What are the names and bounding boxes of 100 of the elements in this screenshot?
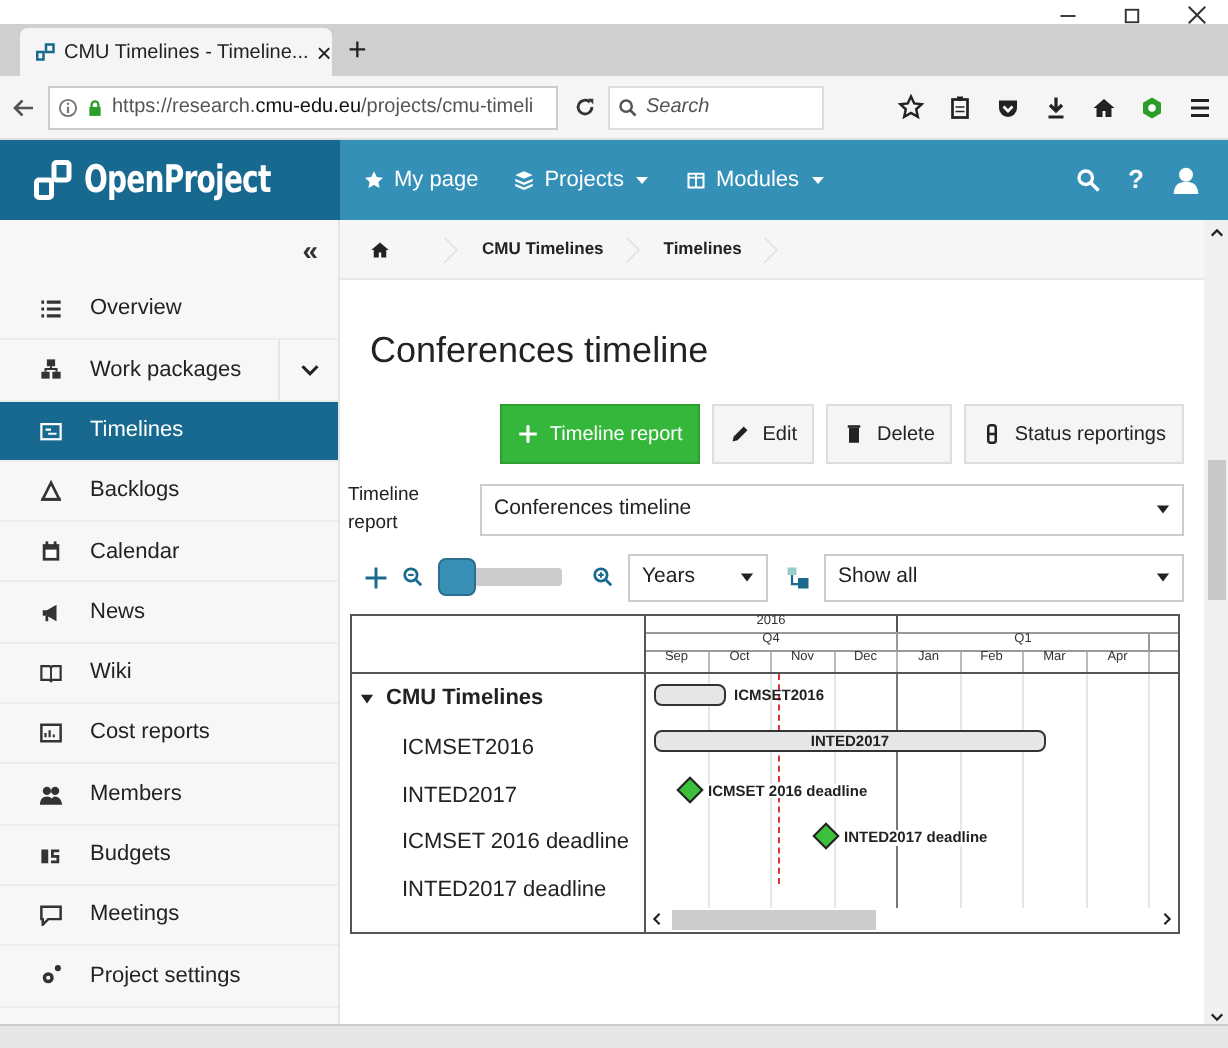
download-icon[interactable]	[1044, 95, 1068, 119]
back-icon[interactable]	[12, 95, 36, 119]
search-field[interactable]: Search	[608, 85, 824, 129]
move-icon[interactable]	[364, 565, 388, 590]
toolbar-button[interactable]: Delete	[826, 404, 953, 464]
cube-icon	[685, 170, 706, 190]
breadcrumb-link[interactable]: Timelines	[663, 236, 742, 262]
backlog-icon	[40, 480, 62, 503]
search-field[interactable]: Search	[646, 92, 822, 122]
collapse-sidebar-button[interactable]: «	[302, 236, 318, 264]
stack-icon	[514, 170, 535, 190]
field-label: Timeline report	[348, 482, 422, 538]
zoom-slider[interactable]	[438, 558, 562, 597]
triangle-down-icon[interactable]	[360, 692, 374, 707]
breadcrumb-link[interactable]: CMU Timelines	[482, 236, 604, 262]
url-text: https://research.cmu-edu.eu/projects/cmu-timeli	[112, 94, 534, 122]
info-icon	[58, 97, 78, 117]
scale-dropdown[interactable]: Years	[628, 553, 768, 602]
status-icon	[982, 424, 1003, 444]
browser-tab[interactable]: CMU Timelines - Timeline... ×	[20, 28, 332, 76]
sidebar-item-label: Work packages	[90, 355, 244, 386]
star-icon	[364, 170, 384, 190]
sidebar-item[interactable]: Timelines	[0, 401, 338, 462]
nav-menu-item[interactable]: Projects	[514, 163, 650, 197]
scroll-right-icon[interactable]	[1160, 912, 1174, 927]
toolbar-button[interactable]: Edit	[712, 404, 815, 464]
filter-dropdown[interactable]: Show all	[824, 553, 1184, 602]
sidebar-item[interactable]: Overview	[0, 280, 338, 341]
sidebar-item[interactable]: Backlogs	[0, 461, 338, 523]
row-label: INTED2017	[400, 781, 519, 812]
hierarchy-icon	[40, 358, 62, 381]
sidebar-item[interactable]: Members	[0, 764, 338, 826]
sidebar-item[interactable]: Budgets	[0, 825, 338, 886]
search-icon	[618, 97, 638, 117]
vertical-scrollbar[interactable]	[1204, 220, 1228, 1024]
user-icon[interactable]	[1172, 166, 1200, 194]
list-icon	[40, 298, 62, 321]
nav-menu-item[interactable]: Modules	[685, 163, 826, 197]
maximize-icon[interactable]	[1122, 5, 1142, 25]
sidebar-item-label: Wiki	[90, 658, 134, 689]
sidebar-item-label: Project settings	[90, 961, 243, 992]
close-tab-button[interactable]: ×	[316, 39, 332, 65]
timeline-icon	[40, 419, 62, 442]
megaphone-icon	[40, 601, 62, 624]
plus-icon	[517, 424, 538, 444]
trash-icon	[844, 424, 865, 444]
scroll-left-icon[interactable]	[650, 912, 664, 927]
sidebar-item[interactable]: Cost reports	[0, 704, 338, 765]
caret-icon	[809, 172, 826, 188]
book-icon	[40, 661, 62, 684]
people-icon	[40, 783, 62, 806]
sidebar-item-label: News	[90, 597, 148, 628]
zoom-in-icon[interactable]	[592, 566, 614, 589]
menu-icon[interactable]	[1188, 95, 1212, 119]
tab-title: CMU Timelines - Timeline...	[64, 39, 309, 67]
extension-icon[interactable]	[1140, 95, 1164, 119]
close-icon[interactable]	[1186, 4, 1208, 26]
new-tab-button[interactable]: +	[348, 36, 367, 68]
diamond-icon	[812, 822, 840, 851]
sidebar-item-label: Backlogs	[90, 476, 182, 507]
horizontal-scrollbar[interactable]	[0, 1024, 1228, 1048]
scrollbar-thumb[interactable]	[1207, 460, 1225, 600]
page-title: Conferences timeline	[370, 328, 711, 374]
search-icon[interactable]	[1076, 168, 1101, 192]
gear-icon	[40, 964, 62, 987]
sidebar-item-label: Timelines	[90, 415, 186, 446]
slider-thumb[interactable]	[438, 558, 476, 597]
reload-icon[interactable]	[574, 96, 596, 118]
sidebar-item-label: Calendar	[90, 537, 182, 568]
sidebar-item[interactable]: Meetings	[0, 885, 338, 947]
outline-icon[interactable]	[786, 565, 810, 590]
scrollbar-thumb[interactable]	[672, 909, 876, 930]
pocket-icon[interactable]	[996, 95, 1020, 119]
chevron-down-icon[interactable]	[299, 359, 319, 380]
nav-menu-item[interactable]: My page	[364, 163, 479, 197]
scroll-up-icon[interactable]	[1209, 226, 1223, 240]
home-icon[interactable]	[1092, 95, 1116, 119]
sidebar-item[interactable]: Calendar	[0, 522, 338, 583]
group-label: CMU Timelines	[386, 684, 544, 715]
home-icon[interactable]	[370, 239, 390, 259]
sidebar-item[interactable]: Project settings	[0, 946, 338, 1008]
caret-icon	[740, 570, 754, 585]
toolbar-button[interactable]: Status reportings	[964, 404, 1184, 464]
zoom-out-icon[interactable]	[402, 566, 424, 589]
clipboard-icon[interactable]	[948, 94, 972, 120]
logo-icon	[32, 160, 76, 200]
sidebar-item-label: Overview	[90, 294, 184, 325]
address-field[interactable]: https://research.cmu-edu.eu/projects/cmu-timeli	[48, 85, 558, 129]
scroll-down-icon[interactable]	[1209, 1010, 1223, 1024]
help-button[interactable]: ?	[1128, 160, 1144, 200]
sidebar-item[interactable]: Wiki	[0, 643, 338, 705]
calendar-icon	[40, 540, 62, 563]
logo-text: OpenProject	[84, 155, 271, 206]
sidebar-item-label: Budgets	[90, 840, 173, 871]
star-icon[interactable]	[898, 94, 924, 120]
logo-area[interactable]: OpenProject	[0, 140, 340, 220]
sidebar-item-label: Cost reports	[90, 718, 212, 749]
caret-icon	[1156, 502, 1170, 517]
sidebar-item[interactable]: News	[0, 582, 338, 644]
report-dropdown[interactable]: Conferences timeline	[480, 483, 1184, 536]
